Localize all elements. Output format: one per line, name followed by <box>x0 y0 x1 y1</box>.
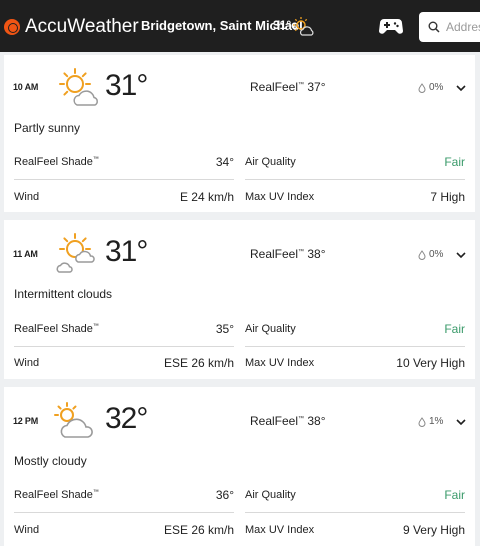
hourly-card[interactable]: 10 AM 31° RealFeel™ 37° 0% Partly sunny … <box>4 55 475 212</box>
air-quality-label: Air Quality <box>245 323 296 335</box>
weather-phrase: Intermittent clouds <box>14 287 113 301</box>
raindrop-icon <box>418 416 426 427</box>
brand-name: AccuWeather <box>25 16 139 37</box>
hour-temperature: 32° <box>105 402 148 435</box>
search-icon <box>428 21 440 33</box>
precip-value: 0% <box>429 82 444 93</box>
divider <box>245 179 465 180</box>
realfeel-value: 37° <box>307 80 326 94</box>
wind-value: ESE 26 km/h <box>163 523 234 537</box>
max-uv-value: 10 Very High <box>396 356 465 370</box>
divider <box>14 179 234 180</box>
raindrop-icon <box>418 249 426 260</box>
weather-phrase: Mostly cloudy <box>14 454 87 468</box>
realfeel-label: RealFeel <box>250 247 299 261</box>
max-uv-label: Max UV Index <box>245 357 315 369</box>
air-quality-value: Fair <box>444 155 465 169</box>
realfeel-shade: RealFeel Shade™ <box>14 156 99 168</box>
realfeel-label: RealFeel <box>250 80 299 94</box>
realfeel-shade: RealFeel Shade™ <box>14 489 99 501</box>
air-quality-label: Air Quality <box>245 489 296 501</box>
divider <box>14 512 234 513</box>
hour-time: 10 AM <box>13 82 39 92</box>
hour-time: 11 AM <box>13 249 38 259</box>
max-uv-label: Max UV Index <box>245 191 315 203</box>
precip-value: 0% <box>429 249 444 260</box>
accuweather-sun-icon <box>4 19 20 35</box>
realfeel: RealFeel™ 38° <box>250 247 326 261</box>
precipitation: 1% <box>418 416 443 427</box>
mostly-cloudy-icon <box>54 402 93 438</box>
realfeel-shade-label: RealFeel Shade <box>14 156 93 168</box>
air-quality-label: Air Quality <box>245 156 296 168</box>
realfeel-shade-label: RealFeel Shade <box>14 489 93 501</box>
partly-sunny-icon <box>293 17 314 36</box>
search-input[interactable] <box>446 20 480 34</box>
hour-temperature: 31° <box>105 69 148 102</box>
hour-temperature: 31° <box>105 235 148 268</box>
max-uv-value: 7 High <box>430 190 465 204</box>
chevron-down-icon[interactable] <box>456 84 466 92</box>
wind-value: ESE 26 km/h <box>163 356 234 370</box>
air-quality-value: Fair <box>444 322 465 336</box>
wind-label: Wind <box>14 191 40 203</box>
top-bar: AccuWeather Bridgetown, Saint Michael 31… <box>0 0 480 52</box>
air-quality-value: Fair <box>444 488 465 502</box>
gamepad-icon[interactable] <box>379 16 403 36</box>
hourly-card[interactable]: 11 AM 31° RealFeel™ 38° 0% Intermittent … <box>4 220 475 379</box>
divider <box>245 346 465 347</box>
precipitation: 0% <box>418 249 443 260</box>
partly-sunny-icon <box>59 68 98 106</box>
weather-phrase: Partly sunny <box>14 121 81 135</box>
intermittent-clouds-icon <box>56 233 95 273</box>
raindrop-icon <box>418 82 426 93</box>
divider <box>245 512 465 513</box>
precip-value: 1% <box>429 416 444 427</box>
realfeel-shade-value: 34° <box>215 155 234 169</box>
wind-label: Wind <box>14 524 40 536</box>
chevron-down-icon[interactable] <box>456 418 466 426</box>
realfeel: RealFeel™ 38° <box>250 414 326 428</box>
search-box[interactable] <box>419 12 480 42</box>
realfeel: RealFeel™ 37° <box>250 80 326 94</box>
max-uv-value: 9 Very High <box>402 523 465 537</box>
realfeel-shade-value: 35° <box>215 322 234 336</box>
hourly-card[interactable]: 12 PM 32° RealFeel™ 38° 1% Mostly cloudy… <box>4 387 475 546</box>
wind-value: E 24 km/h <box>179 190 234 204</box>
chevron-down-icon[interactable] <box>456 251 466 259</box>
divider <box>14 346 234 347</box>
precipitation: 0% <box>418 82 443 93</box>
max-uv-label: Max UV Index <box>245 524 315 536</box>
realfeel-shade-value: 36° <box>215 488 234 502</box>
hour-time: 12 PM <box>13 416 39 426</box>
realfeel-value: 38° <box>307 414 326 428</box>
accuweather-logo[interactable]: AccuWeather <box>4 15 139 39</box>
realfeel-shade-label: RealFeel Shade <box>14 323 93 335</box>
wind-label: Wind <box>14 357 40 369</box>
realfeel-shade: RealFeel Shade™ <box>14 323 99 335</box>
realfeel-label: RealFeel <box>250 414 299 428</box>
realfeel-value: 38° <box>307 247 326 261</box>
